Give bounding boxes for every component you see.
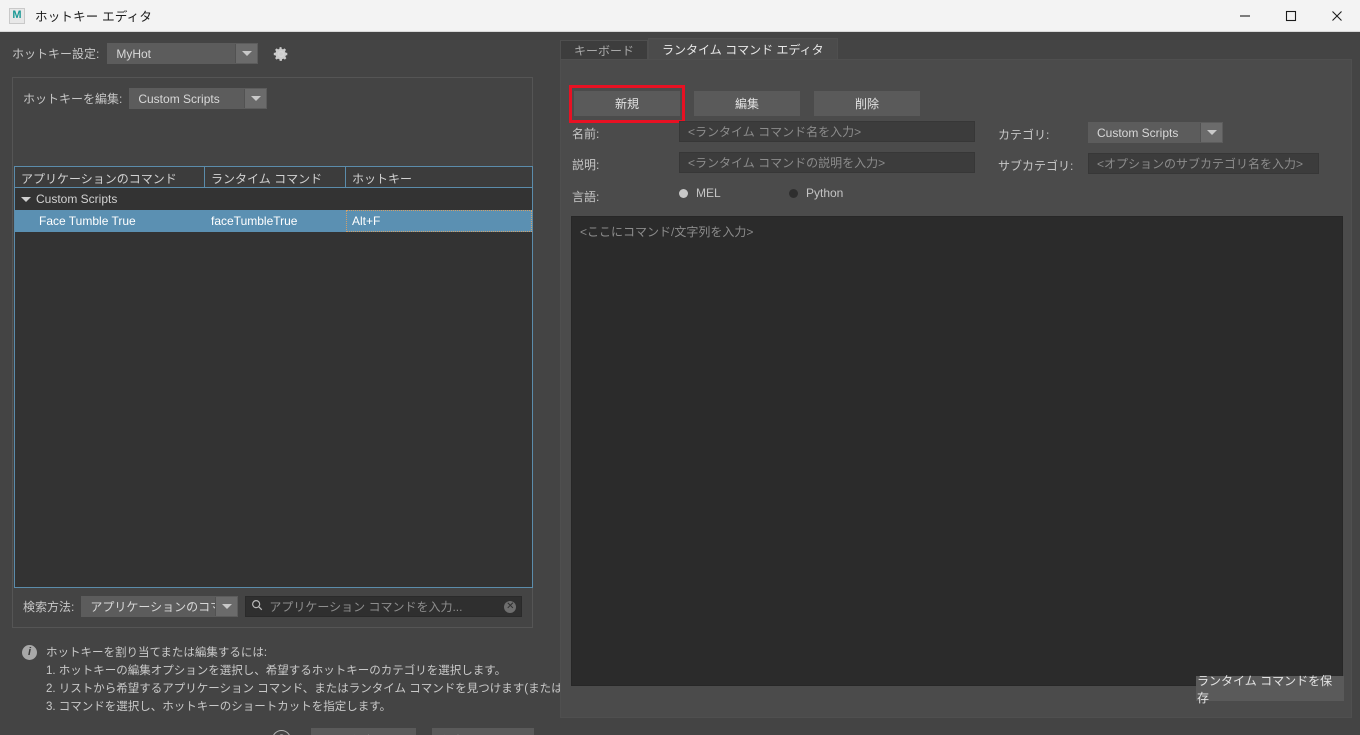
info-title: ホットキーを割り当てまたは編集するには: [46, 647, 268, 659]
language-label: 言語: [572, 190, 600, 204]
new-button[interactable]: 新規 [574, 91, 680, 116]
search-placeholder: アプリケーション コマンドを入力... [269, 600, 463, 614]
info-icon: i [22, 645, 37, 660]
search-mode-dropdown[interactable]: アプリケーションのコマンド [81, 596, 239, 617]
language-radio-group: MEL Python [679, 186, 843, 200]
info-block: i ホットキーを割り当てまたは編集するには: 1. ホットキーの編集オプションを… [22, 644, 635, 714]
maya-m-icon: M [9, 7, 25, 24]
cell-command: Face Tumble True [39, 214, 136, 228]
edit-hotkeys-label: ホットキーを編集: [23, 92, 123, 106]
close-icon[interactable] [1314, 0, 1360, 32]
help-button[interactable]: ? [272, 730, 291, 735]
table-group-label: Custom Scripts [36, 192, 118, 206]
gear-icon[interactable] [272, 45, 290, 63]
edit-button[interactable]: 編集 [694, 91, 800, 116]
right-pane: キーボード ランタイム コマンド エディタ 新規 編集 削除 名前: <ランタイ… [560, 38, 1352, 718]
radio-mel[interactable]: MEL [679, 186, 789, 200]
clear-icon[interactable]: ✕ [504, 600, 517, 613]
window-title: ホットキー エディタ [35, 10, 153, 24]
info-lines: ホットキーを割り当てまたは編集するには: 1. ホットキーの編集オプションを選択… [46, 644, 635, 714]
radio-mel-label: MEL [696, 186, 721, 200]
description-label: 説明: [572, 158, 600, 172]
radio-python[interactable]: Python [789, 186, 843, 200]
tab-keyboard[interactable]: キーボード [560, 40, 649, 59]
delete-button[interactable]: 削除 [814, 91, 920, 116]
save-runtime-command-button[interactable]: ランタイム コマンドを保存 [1196, 674, 1344, 705]
search-input[interactable]: アプリケーション コマンドを入力... ✕ [245, 596, 523, 617]
radio-python-label: Python [806, 186, 844, 200]
column-header-command[interactable]: アプリケーションのコマンド [15, 167, 205, 188]
cell-hotkey[interactable]: Alt+F [346, 210, 532, 232]
code-placeholder: <ここにコマンド/文字列を入力> [580, 225, 754, 239]
edit-hotkeys-value: Custom Scripts [138, 91, 220, 106]
search-mode-value: アプリケーションのコマンド [90, 600, 215, 614]
category-dropdown[interactable]: Custom Scripts [1088, 122, 1223, 143]
chevron-down-icon [1200, 123, 1222, 142]
hotkey-editor-window: M ホットキー エディタ ホットキー設定: MyHot ホットキーを編集: Cu… [0, 0, 1360, 735]
search-row: 検索方法: アプリケーションのコマンド アプリケーション コマンドを入力... … [23, 596, 523, 617]
runtime-command-editor-panel: 新規 編集 削除 名前: <ランタイム コマンド名を入力> 説明: <ランタイム… [560, 59, 1352, 718]
search-icon [251, 598, 263, 616]
subcategory-input[interactable]: <オプションのサブカテゴリ名を入力> [1088, 153, 1319, 174]
chevron-down-icon [215, 597, 238, 616]
table-row[interactable]: Face Tumble True faceTumbleTrue Alt+F [15, 210, 532, 232]
table-group-row[interactable]: Custom Scripts [15, 188, 532, 210]
column-header-runtime[interactable]: ランタイム コマンド [205, 167, 346, 188]
info-step-1: 1. ホットキーの編集オプションを選択し、希望するホットキーのカテゴリを選択しま… [46, 665, 507, 677]
hotkey-set-value: MyHot [116, 46, 152, 61]
hotkey-set-dropdown[interactable]: MyHot [107, 43, 259, 64]
cell-runtime: faceTumbleTrue [211, 214, 298, 228]
chevron-down-icon [244, 89, 267, 108]
left-pane: ホットキー設定: MyHot ホットキーを編集: Custom Scripts [0, 32, 635, 735]
info-step-2: 2. リストから希望するアプリケーション コマンド、またはランタイム コマンドを… [46, 683, 636, 695]
minimize-icon[interactable] [1222, 0, 1268, 32]
edit-hotkeys-row: ホットキーを編集: Custom Scripts [23, 88, 268, 109]
hotkey-table[interactable]: アプリケーションのコマンド ランタイム コマンド ホットキー Custom Sc… [14, 166, 533, 588]
category-value: Custom Scripts [1097, 125, 1179, 140]
info-step-3: 3. コマンドを選択し、ホットキーのショートカットを指定します。 [46, 701, 392, 713]
hotkey-set-label: ホットキー設定: [12, 47, 100, 61]
hotkey-list-group: ホットキーを編集: Custom Scripts アプリケーションのコマンド ラ… [12, 77, 533, 628]
title-bar: M ホットキー エディタ [0, 0, 1360, 32]
tab-runtime-command-editor[interactable]: ランタイム コマンド エディタ [648, 38, 838, 59]
description-placeholder: <ランタイム コマンドの説明を入力> [688, 156, 886, 170]
table-header: アプリケーションのコマンド ランタイム コマンド ホットキー [15, 167, 532, 188]
window-controls [1222, 0, 1360, 32]
name-input[interactable]: <ランタイム コマンド名を入力> [679, 121, 975, 142]
radio-dot-icon [789, 188, 798, 198]
command-code-editor[interactable]: <ここにコマンド/文字列を入力> [571, 216, 1343, 686]
radio-dot-icon [679, 188, 688, 198]
save-and-close-button[interactable]: 保存して閉じる [432, 728, 534, 735]
name-placeholder: <ランタイム コマンド名を入力> [688, 125, 862, 139]
description-input[interactable]: <ランタイム コマンドの説明を入力> [679, 152, 975, 173]
subcategory-label: サブカテゴリ: [998, 159, 1074, 173]
chevron-down-icon[interactable] [21, 196, 31, 202]
column-header-hotkey[interactable]: ホットキー [346, 167, 532, 188]
search-mode-label: 検索方法: [23, 600, 75, 614]
maximize-icon[interactable] [1268, 0, 1314, 32]
edit-hotkeys-dropdown[interactable]: Custom Scripts [129, 88, 268, 109]
name-label: 名前: [572, 127, 600, 141]
hotkey-set-row: ホットキー設定: MyHot [12, 43, 290, 64]
save-button[interactable]: 保存 [311, 728, 416, 735]
chevron-down-icon [235, 44, 258, 63]
category-label: カテゴリ: [998, 128, 1050, 142]
subcategory-placeholder: <オプションのサブカテゴリ名を入力> [1097, 157, 1304, 171]
tab-bar: キーボード ランタイム コマンド エディタ [560, 38, 1352, 59]
